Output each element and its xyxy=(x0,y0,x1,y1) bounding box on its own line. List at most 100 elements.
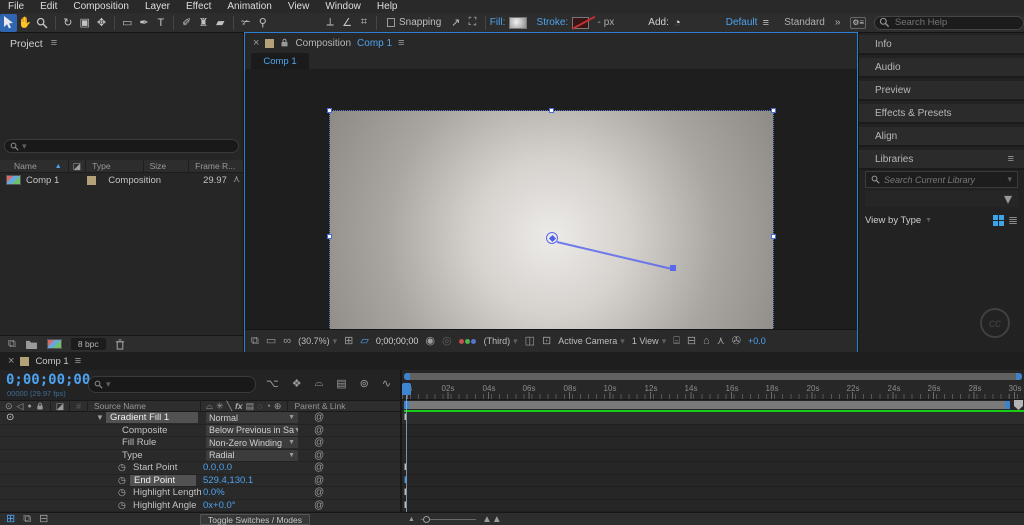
toggle-switches-modes-button[interactable]: Toggle Switches / Modes xyxy=(200,514,310,525)
disclosure-icon[interactable]: ▼ xyxy=(96,414,104,422)
grid-view-icon[interactable] xyxy=(993,215,1004,226)
snap-bounds-icon[interactable]: ⛶ xyxy=(464,14,481,32)
workspace-standard[interactable]: Standard xyxy=(784,17,825,28)
exposure-value[interactable]: +0.0 xyxy=(748,336,766,346)
property-row-fill-rule[interactable]: Fill Rule Non-Zero Winding▼ @ xyxy=(0,437,400,450)
zoom-slider[interactable] xyxy=(421,519,476,520)
selection-handle[interactable] xyxy=(549,108,554,113)
comp-marker-button[interactable] xyxy=(1014,400,1023,410)
view-by-type-control[interactable]: View by Type ▼ ≣ xyxy=(865,211,1018,229)
menu-file[interactable]: File xyxy=(0,1,32,12)
show-channel-icon[interactable] xyxy=(459,336,477,346)
close-icon[interactable]: × xyxy=(253,38,259,49)
eye-icon[interactable]: ⊙ xyxy=(6,413,14,423)
stroke-label[interactable]: Stroke: xyxy=(537,17,569,28)
composition-panel-label[interactable]: Composition xyxy=(295,38,351,49)
gradient-end-point-handle[interactable] xyxy=(670,265,676,271)
timeline-tracks[interactable]: I I I I I xyxy=(402,412,1024,512)
composite-dropdown[interactable]: Below Previous in Sa▼ xyxy=(206,425,298,436)
new-composition-icon[interactable] xyxy=(47,339,62,349)
world-axis-mode-icon[interactable]: ∠ xyxy=(339,14,356,32)
transparency-grid-icon[interactable]: ⊡ xyxy=(542,336,551,347)
comp-mini-flowchart-icon[interactable]: ⌥ xyxy=(266,377,279,390)
selection-handle[interactable] xyxy=(771,108,776,113)
fill-label[interactable]: Fill: xyxy=(490,17,506,28)
menu-composition[interactable]: Composition xyxy=(65,1,137,12)
stopwatch-icon[interactable]: ◷ xyxy=(118,462,126,473)
property-value[interactable]: 0.0% xyxy=(203,487,225,498)
primary-viewer-icon[interactable]: ▭ xyxy=(266,336,276,347)
navigator-start-handle[interactable] xyxy=(404,373,410,380)
column-name[interactable]: Name xyxy=(14,161,37,171)
motion-blur-icon[interactable]: ⊚ xyxy=(360,377,369,390)
property-label[interactable]: Highlight Angle xyxy=(133,500,196,511)
menu-help[interactable]: Help xyxy=(369,1,406,12)
brush-tool-icon[interactable]: ✐ xyxy=(178,14,195,32)
expand-transfer-controls-icon[interactable]: ⧉ xyxy=(23,514,31,525)
time-ruler[interactable]: 0s 02s 04s 06s 08s 10s 12s 14s 16s 18s 2… xyxy=(402,383,1024,400)
pickwhip-icon[interactable]: @ xyxy=(314,450,324,461)
pickwhip-icon[interactable]: @ xyxy=(314,437,324,448)
timeline-search[interactable]: ▾ xyxy=(88,376,256,393)
snap-arrow-icon[interactable]: ↗ xyxy=(447,14,464,32)
view-axis-mode-icon[interactable]: ⌗ xyxy=(355,14,372,32)
composition-tab[interactable]: Comp 1 xyxy=(251,53,309,69)
interpret-footage-icon[interactable]: ⧉ xyxy=(8,339,16,350)
fill-swatch[interactable] xyxy=(509,17,526,29)
source-name-column[interactable]: Source Name xyxy=(94,401,146,411)
zoom-in-mountain-icon[interactable]: ▲▲ xyxy=(482,514,502,525)
rotation-tool-icon[interactable]: ↻ xyxy=(59,14,76,32)
property-row-highlight-angle[interactable]: ◷ Highlight Angle 0x+0.0° @ xyxy=(0,500,400,513)
parent-link-column[interactable]: Parent & Link xyxy=(294,401,345,411)
property-value[interactable]: 0.0,0.0 xyxy=(203,462,232,473)
property-label[interactable]: End Point xyxy=(130,475,196,486)
exposure-reset-icon[interactable]: ✇ xyxy=(732,336,741,347)
bpc-button[interactable]: 8 bpc xyxy=(71,338,106,350)
workspace-overflow-chevron[interactable]: » xyxy=(835,17,841,28)
pickwhip-icon[interactable]: @ xyxy=(314,462,324,473)
hand-tool-icon[interactable]: ✋ xyxy=(17,14,34,32)
layer-row[interactable]: ⊙ ▼ Gradient Fill 1 Normal▼ @ xyxy=(0,412,400,425)
viewer-timecode[interactable]: 0;00;00;00 xyxy=(376,336,419,346)
playhead-handle[interactable] xyxy=(402,383,411,395)
magnification-dropdown[interactable]: (30.7%)▾ xyxy=(298,336,337,347)
stroke-swatch[interactable] xyxy=(572,17,589,29)
label-color-swatch[interactable] xyxy=(87,176,96,185)
selection-handle[interactable] xyxy=(327,108,332,113)
zoom-slider-thumb[interactable] xyxy=(423,516,430,523)
type-tool-icon[interactable]: T xyxy=(152,14,169,32)
stopwatch-icon[interactable]: ◷ xyxy=(118,500,126,511)
library-search[interactable]: Search Current Library ▾ xyxy=(865,171,1018,188)
pan-behind-tool-icon[interactable]: ✥ xyxy=(93,14,110,32)
local-axis-mode-icon[interactable]: ⟂ xyxy=(322,14,339,32)
panel-tab-audio[interactable]: Audio xyxy=(859,58,1024,78)
dropdown-icon[interactable]: ▾ xyxy=(1007,174,1012,185)
zoom-tool-icon[interactable] xyxy=(34,14,51,32)
workspace-default[interactable]: Default xyxy=(726,17,758,28)
flowchart-icon[interactable]: ⋏ xyxy=(233,175,240,185)
project-search[interactable]: ▾ xyxy=(4,139,239,153)
roto-brush-tool-icon[interactable]: ✃ xyxy=(238,14,255,32)
camera-dropdown[interactable]: Active Camera▾ xyxy=(558,336,625,347)
always-preview-icon[interactable]: ⧉ xyxy=(251,336,259,347)
column-frame-rate[interactable]: Frame R... xyxy=(195,161,235,171)
search-dropdown-icon[interactable]: ▾ xyxy=(106,379,111,390)
property-row-end-point[interactable]: ◷ End Point 529.4,130.1 @ xyxy=(0,475,400,488)
panel-menu-icon[interactable]: ≡ xyxy=(51,38,57,50)
property-label[interactable]: Highlight Length xyxy=(133,487,202,498)
menu-effect[interactable]: Effect xyxy=(178,1,219,12)
property-label[interactable]: Fill Rule xyxy=(122,437,156,448)
stopwatch-icon[interactable]: ◷ xyxy=(118,475,126,486)
library-filter-dropdown[interactable]: ▾ xyxy=(865,191,1018,207)
column-type[interactable]: Type xyxy=(92,161,110,171)
panel-menu-icon[interactable]: ≡ xyxy=(1008,154,1014,165)
workspace-settings-icon[interactable]: ⚙≡ xyxy=(850,17,865,29)
resolution-dropdown[interactable]: (Third)▾ xyxy=(484,336,518,347)
fill-rule-dropdown[interactable]: Non-Zero Winding▼ xyxy=(206,437,298,448)
fast-previews-icon[interactable]: ◫ xyxy=(525,336,535,347)
panel-tab-effects-presets[interactable]: Effects & Presets xyxy=(859,104,1024,124)
trash-icon[interactable] xyxy=(115,339,125,350)
property-label[interactable]: Start Point xyxy=(133,462,177,473)
layer-track[interactable] xyxy=(402,412,1024,425)
pen-tool-icon[interactable]: ✒ xyxy=(136,14,153,32)
